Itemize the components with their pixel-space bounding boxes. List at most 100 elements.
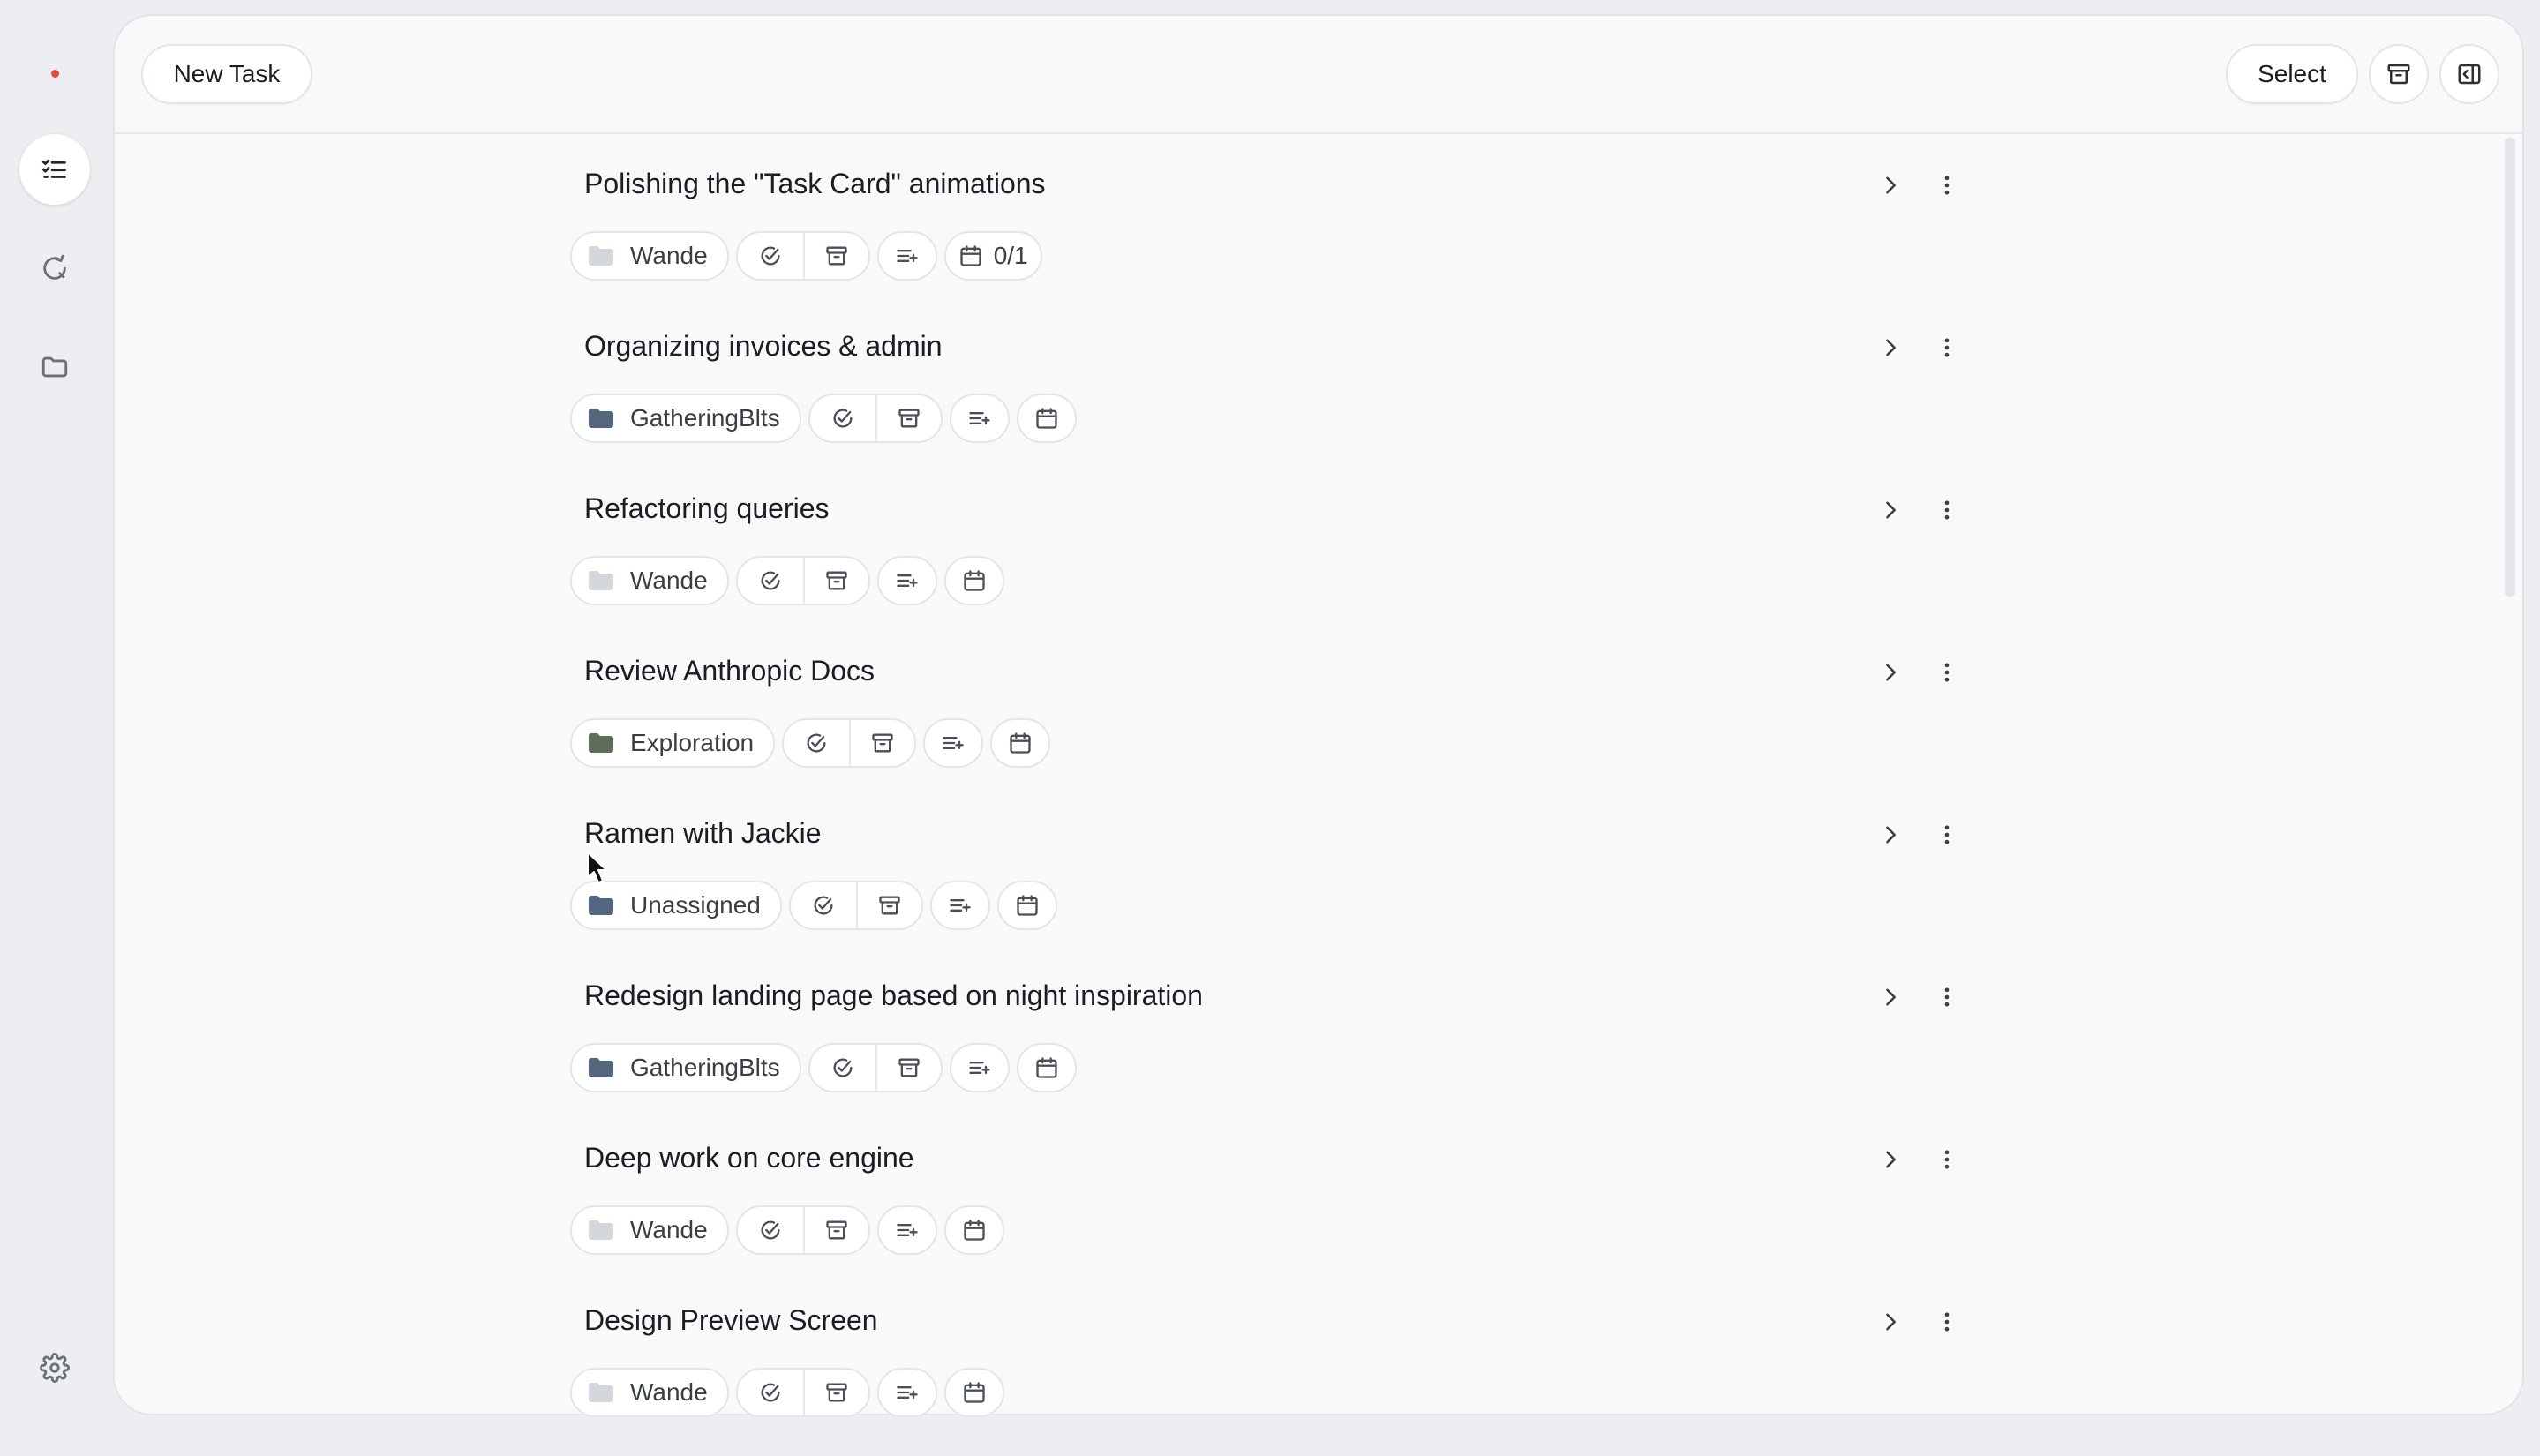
notification-dot	[51, 70, 59, 78]
list-add-icon	[968, 1062, 990, 1074]
task-card[interactable]: Organizing invoices & admin GatheringBlt…	[570, 319, 1965, 482]
archive-task-button[interactable]	[875, 1045, 941, 1091]
add-subtask-button[interactable]	[929, 881, 990, 930]
archive-task-button[interactable]	[802, 233, 868, 279]
task-title[interactable]: Refactoring queries	[584, 492, 829, 525]
archive-button[interactable]	[2369, 44, 2429, 104]
task-more-button[interactable]	[1929, 979, 1965, 1015]
nav-settings[interactable]	[19, 1332, 90, 1403]
select-button[interactable]: Select	[2226, 44, 2358, 104]
status-chip-group	[808, 1043, 943, 1092]
more-vertical-icon	[1944, 338, 1950, 357]
add-subtask-button[interactable]	[876, 231, 937, 281]
add-subtask-button[interactable]	[876, 1368, 937, 1417]
folder-chip[interactable]: Wande	[570, 231, 729, 281]
archive-task-button[interactable]	[875, 395, 941, 441]
folder-icon	[589, 246, 613, 266]
archive-task-button[interactable]	[849, 720, 914, 766]
task-card[interactable]: Ramen with Jackie Unassigned	[570, 807, 1965, 969]
scrollbar[interactable]	[2505, 138, 2515, 597]
folder-chip[interactable]: Wande	[570, 1205, 729, 1255]
folder-name: Wande	[630, 242, 708, 269]
schedule-button[interactable]	[943, 1368, 1004, 1417]
add-subtask-button[interactable]	[949, 1043, 1010, 1092]
folder-name: Unassigned	[630, 891, 761, 919]
folder-chip[interactable]: GatheringBlts	[570, 394, 801, 443]
nav-folders[interactable]	[19, 332, 90, 402]
open-task-button[interactable]	[1873, 168, 1908, 203]
add-subtask-button[interactable]	[949, 394, 1010, 443]
task-card[interactable]: Design Preview Screen Wande	[570, 1294, 1965, 1456]
open-task-button[interactable]	[1873, 330, 1908, 365]
schedule-button[interactable]	[990, 718, 1051, 768]
folder-chip[interactable]: Unassigned	[570, 881, 782, 930]
task-card[interactable]: Redesign landing page based on night ins…	[570, 969, 1965, 1131]
complete-button[interactable]	[791, 882, 856, 928]
new-task-button[interactable]: New Task	[141, 44, 312, 104]
schedule-button[interactable]: 0/1	[943, 231, 1042, 281]
task-more-button[interactable]	[1929, 817, 1965, 852]
task-card[interactable]: Review Anthropic Docs Exploration	[570, 644, 1965, 807]
folder-chip[interactable]: Wande	[570, 1368, 729, 1417]
task-more-button[interactable]	[1929, 168, 1965, 203]
open-task-button[interactable]	[1873, 492, 1908, 528]
task-title[interactable]: Organizing invoices & admin	[584, 330, 943, 363]
schedule-button[interactable]	[1016, 394, 1077, 443]
complete-button[interactable]	[810, 395, 875, 441]
task-title[interactable]: Polishing the "Task Card" animations	[584, 168, 1046, 200]
task-actions	[1873, 492, 1965, 528]
task-card[interactable]: Refactoring queries Wande	[570, 482, 1965, 644]
complete-button[interactable]	[738, 1370, 803, 1415]
folder-chip[interactable]: Exploration	[570, 718, 776, 768]
task-more-button[interactable]	[1929, 655, 1965, 690]
schedule-button[interactable]	[943, 1205, 1004, 1255]
open-task-button[interactable]	[1873, 1142, 1908, 1177]
schedule-button[interactable]	[943, 556, 1004, 605]
add-subtask-button[interactable]	[876, 556, 937, 605]
schedule-button[interactable]	[996, 881, 1057, 930]
archive-icon	[826, 571, 847, 590]
status-chip-group	[735, 1205, 870, 1255]
archive-task-button[interactable]	[802, 558, 868, 604]
task-more-button[interactable]	[1929, 330, 1965, 365]
task-card[interactable]: Deep work on core engine Wande	[570, 1131, 1965, 1294]
complete-button[interactable]	[738, 558, 803, 604]
task-title[interactable]: Redesign landing page based on night ins…	[584, 979, 1203, 1012]
gear-icon	[40, 1353, 70, 1383]
schedule-button[interactable]	[1016, 1043, 1077, 1092]
left-rail	[0, 0, 109, 1431]
complete-button[interactable]	[738, 233, 803, 279]
task-more-button[interactable]	[1929, 1304, 1965, 1340]
open-task-button[interactable]	[1873, 655, 1908, 690]
folder-icon	[589, 733, 613, 753]
task-title[interactable]: Design Preview Screen	[584, 1304, 878, 1337]
archive-task-button[interactable]	[802, 1207, 868, 1253]
add-subtask-button[interactable]	[876, 1205, 937, 1255]
complete-button[interactable]	[784, 720, 849, 766]
archive-icon	[898, 1058, 920, 1077]
task-more-button[interactable]	[1929, 1142, 1965, 1177]
complete-button[interactable]	[738, 1207, 803, 1253]
archive-task-button[interactable]	[802, 1370, 868, 1415]
open-task-button[interactable]	[1873, 979, 1908, 1015]
task-title[interactable]: Deep work on core engine	[584, 1142, 914, 1175]
task-title[interactable]: Review Anthropic Docs	[584, 655, 875, 687]
more-vertical-icon	[1944, 500, 1950, 520]
complete-button[interactable]	[810, 1045, 875, 1091]
nav-refresh[interactable]	[19, 233, 90, 304]
task-card[interactable]: Polishing the "Task Card" animations Wan…	[570, 157, 1965, 319]
task-chips: Wande	[570, 1368, 1004, 1417]
open-task-button[interactable]	[1873, 817, 1908, 852]
nav-tasks[interactable]	[19, 134, 90, 205]
open-task-button[interactable]	[1873, 1304, 1908, 1340]
folder-chip[interactable]: GatheringBlts	[570, 1043, 801, 1092]
archive-task-button[interactable]	[855, 882, 921, 928]
folder-icon	[589, 571, 613, 590]
task-chips: Wande	[570, 231, 1042, 281]
task-actions	[1873, 168, 1965, 203]
task-title[interactable]: Ramen with Jackie	[584, 817, 822, 850]
task-more-button[interactable]	[1929, 492, 1965, 528]
folder-chip[interactable]: Wande	[570, 556, 729, 605]
toggle-panel-button[interactable]	[2439, 44, 2499, 104]
add-subtask-button[interactable]	[923, 718, 984, 768]
